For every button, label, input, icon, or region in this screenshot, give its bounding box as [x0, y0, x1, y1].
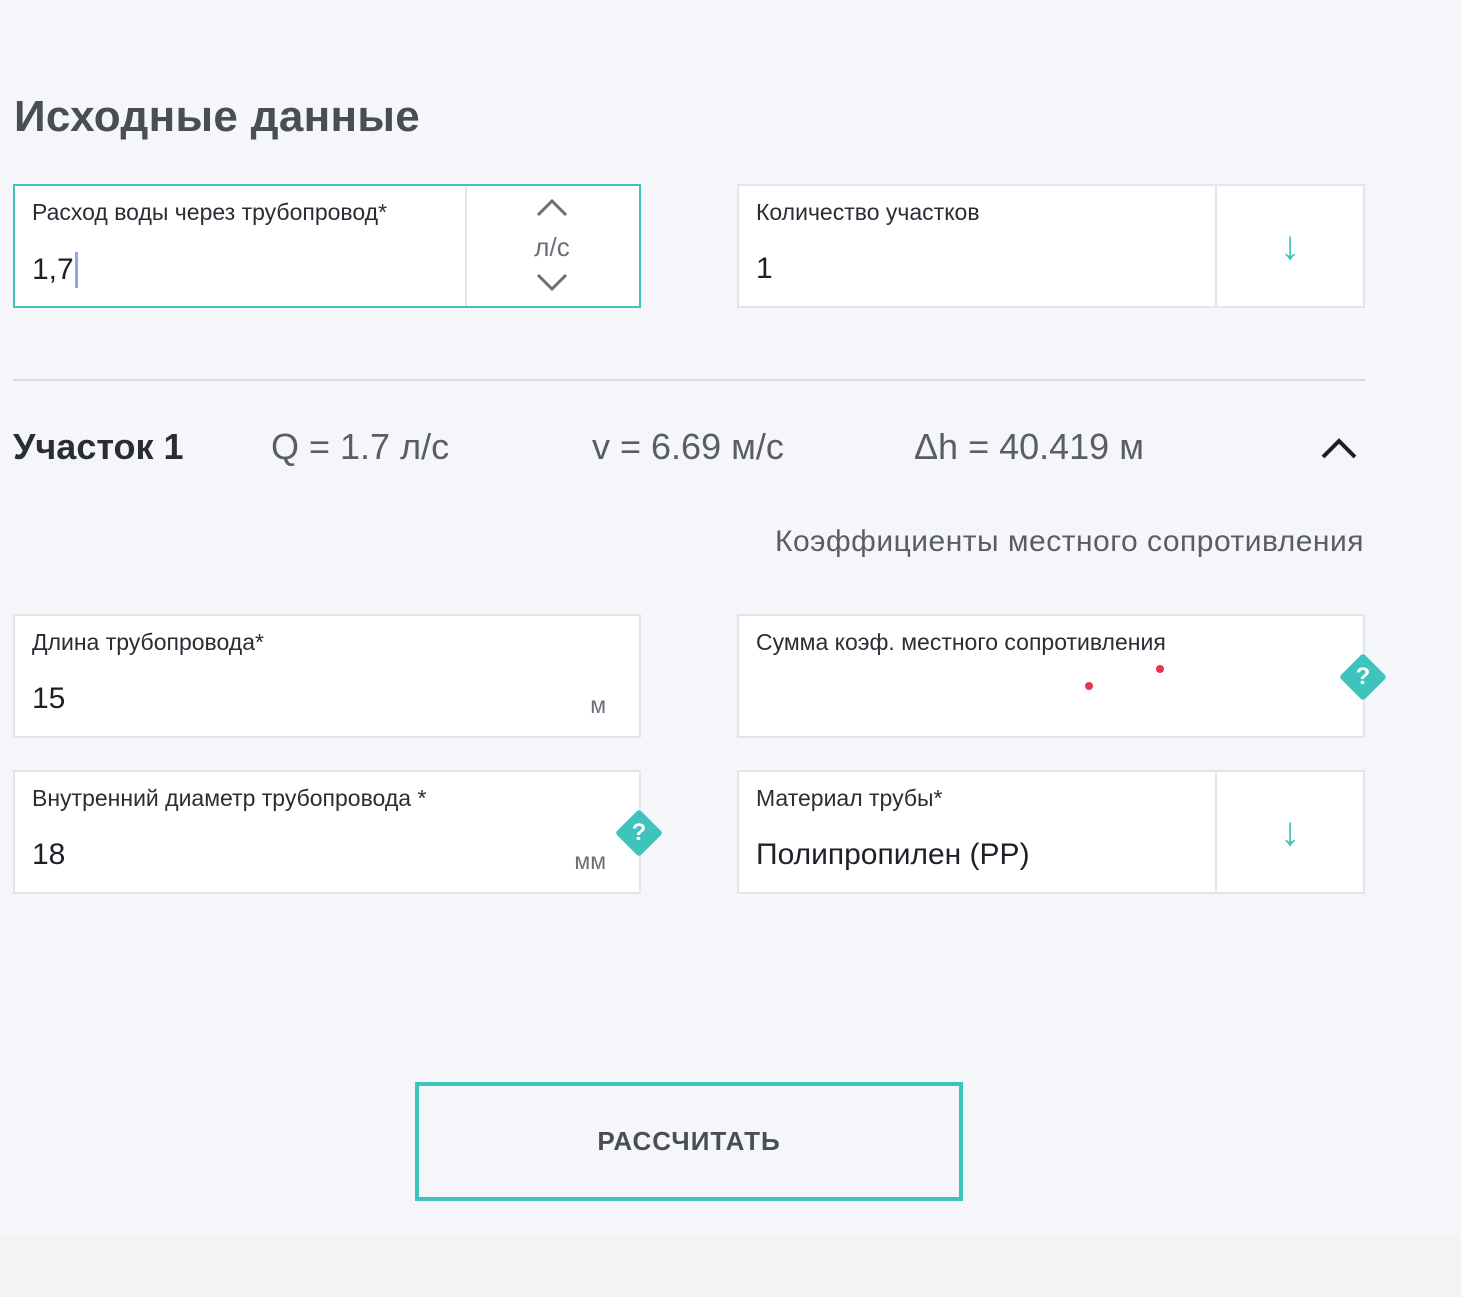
calculator-page: Исходные данные Расход воды через трубоп… — [0, 0, 1461, 1297]
help-icon-glyph: ? — [631, 819, 647, 846]
local-resistance-coefficients-link[interactable]: Коэффициенты местного сопротивления — [775, 525, 1364, 559]
length-unit: м — [590, 692, 606, 718]
flow-unit-stepper[interactable]: л/с — [465, 186, 639, 306]
chevron-up-icon[interactable] — [535, 196, 569, 220]
flow-label: Расход воды через трубопровод* — [32, 199, 388, 225]
flow-value: 1,7 — [32, 253, 74, 286]
section-headloss-metric: Δh = 40.419 м — [914, 426, 1144, 467]
material-value: Полипропилен (PP) — [756, 838, 1030, 871]
length-input[interactable]: 15 — [32, 682, 65, 716]
marker-dot — [1156, 665, 1164, 673]
sections-count-value: 1 — [756, 252, 773, 285]
help-icon[interactable]: ? — [1338, 652, 1388, 702]
coef-sum-field[interactable]: Сумма коэф. местного сопротивления — [737, 614, 1365, 738]
arrow-down-icon[interactable]: ↓ — [1217, 186, 1363, 306]
sections-count-label: Количество участков — [756, 199, 980, 225]
length-label: Длина трубопровода* — [32, 629, 264, 655]
text-caret — [74, 252, 78, 288]
chevron-up-icon[interactable] — [1318, 432, 1360, 464]
material-label: Материал трубы* — [756, 785, 943, 811]
footer-strip — [0, 1238, 1461, 1297]
material-select[interactable]: Материал трубы* Полипропилен (PP) ↓ — [737, 770, 1365, 894]
diameter-unit: мм — [574, 848, 606, 874]
section-divider — [13, 379, 1365, 381]
sections-count-select[interactable]: Количество участков 1 ↓ — [737, 184, 1365, 308]
arrow-down-icon[interactable]: ↓ — [1217, 772, 1363, 892]
flow-input[interactable]: 1,7 — [32, 252, 78, 288]
section-flow-metric: Q = 1.7 л/с — [271, 426, 450, 467]
section-velocity-metric: v = 6.69 м/с — [592, 426, 784, 467]
coef-sum-label: Сумма коэф. местного сопротивления — [756, 629, 1166, 655]
section-title: Участок 1 — [13, 426, 184, 467]
help-icon-glyph: ? — [1355, 663, 1371, 690]
flow-field[interactable]: Расход воды через трубопровод* 1,7 л/с — [13, 184, 641, 308]
calculate-button[interactable]: РАССЧИТАТЬ — [415, 1082, 963, 1201]
chevron-down-icon[interactable] — [535, 270, 569, 294]
diameter-label: Внутренний диаметр трубопровода * — [32, 785, 427, 811]
page-title: Исходные данные — [14, 92, 421, 141]
help-icon[interactable]: ? — [614, 808, 664, 858]
flow-unit: л/с — [534, 232, 570, 262]
diameter-field[interactable]: Внутренний диаметр трубопровода * 18 мм — [13, 770, 641, 894]
length-field[interactable]: Длина трубопровода* 15 м — [13, 614, 641, 738]
diameter-input[interactable]: 18 — [32, 838, 65, 872]
marker-dot — [1085, 682, 1093, 690]
